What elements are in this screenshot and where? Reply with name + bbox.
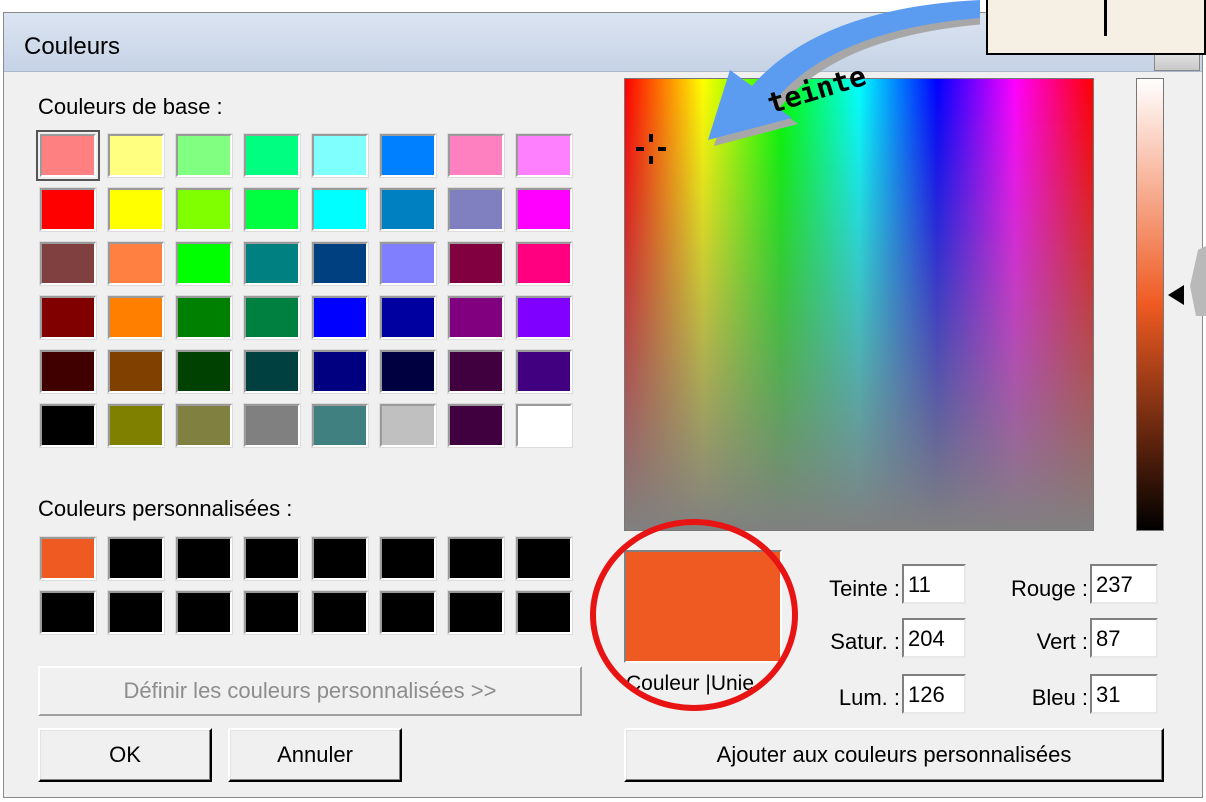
custom-color-swatch[interactable]	[447, 590, 505, 635]
custom-color-swatch[interactable]	[311, 590, 369, 635]
base-color-swatch[interactable]	[39, 187, 97, 232]
custom-color-swatch[interactable]	[107, 590, 165, 635]
add-custom-colors-button[interactable]: Ajouter aux couleurs personnalisées	[624, 728, 1164, 782]
base-color-swatch[interactable]	[515, 403, 573, 448]
base-color-swatch[interactable]	[175, 403, 233, 448]
base-color-swatch[interactable]	[39, 403, 97, 448]
base-color-swatch[interactable]	[447, 295, 505, 340]
base-color-swatch[interactable]	[243, 403, 301, 448]
sat-label: Satur. :	[830, 629, 900, 654]
base-color-swatch[interactable]	[39, 295, 97, 340]
green-field[interactable]	[1090, 618, 1158, 658]
lum-label: Lum. :	[838, 685, 900, 710]
custom-color-swatch[interactable]	[243, 590, 301, 635]
base-color-swatch[interactable]	[379, 133, 437, 178]
luminosity-annotation-arrow-icon	[1190, 246, 1206, 316]
base-color-swatch[interactable]	[379, 295, 437, 340]
base-color-swatch[interactable]	[36, 130, 100, 181]
custom-colors-label: Couleurs personnalisées :	[38, 496, 293, 521]
custom-color-swatch[interactable]	[379, 590, 437, 635]
red-field[interactable]	[1090, 564, 1158, 604]
blue-field[interactable]	[1090, 674, 1158, 714]
annotation-note-box	[986, 0, 1206, 55]
base-color-swatch[interactable]	[243, 349, 301, 394]
custom-color-swatch[interactable]	[311, 536, 369, 581]
base-color-swatch[interactable]	[447, 187, 505, 232]
sat-field[interactable]	[902, 618, 966, 658]
red-label: Rouge :	[1010, 576, 1088, 601]
base-color-swatch[interactable]	[175, 241, 233, 286]
base-color-swatch[interactable]	[39, 349, 97, 394]
base-color-swatch[interactable]	[447, 349, 505, 394]
base-color-swatch[interactable]	[243, 241, 301, 286]
base-color-swatch[interactable]	[107, 403, 165, 448]
base-color-swatch[interactable]	[379, 349, 437, 394]
base-color-swatch[interactable]	[175, 349, 233, 394]
base-color-swatch[interactable]	[311, 403, 369, 448]
custom-color-swatch[interactable]	[107, 536, 165, 581]
base-color-swatch[interactable]	[107, 349, 165, 394]
lum-field[interactable]	[902, 674, 966, 714]
custom-color-swatch[interactable]	[175, 536, 233, 581]
base-color-swatch[interactable]	[515, 295, 573, 340]
base-color-swatch[interactable]	[311, 187, 369, 232]
hue-field[interactable]	[902, 564, 966, 604]
base-color-swatch[interactable]	[243, 133, 301, 178]
base-color-swatch[interactable]	[447, 403, 505, 448]
teinte-annotation-arrow-icon: teinte	[708, 0, 980, 146]
custom-color-swatch[interactable]	[447, 536, 505, 581]
base-color-swatch[interactable]	[447, 241, 505, 286]
custom-color-swatch[interactable]	[175, 590, 233, 635]
base-colors-label: Couleurs de base :	[38, 94, 223, 119]
custom-colors-grid	[39, 536, 574, 635]
green-label: Vert :	[1036, 629, 1088, 654]
base-color-swatch[interactable]	[379, 241, 437, 286]
base-colors-grid	[36, 130, 574, 448]
base-color-swatch[interactable]	[107, 241, 165, 286]
highlight-circle	[590, 519, 798, 711]
base-color-swatch[interactable]	[311, 295, 369, 340]
base-color-swatch[interactable]	[515, 349, 573, 394]
luminosity-slider[interactable]	[1136, 78, 1164, 531]
ok-button[interactable]: OK	[38, 728, 212, 782]
custom-color-swatch[interactable]	[379, 536, 437, 581]
base-color-swatch[interactable]	[107, 133, 165, 178]
base-color-swatch[interactable]	[243, 295, 301, 340]
define-custom-colors-button[interactable]: Définir les couleurs personnalisées >>	[38, 666, 582, 716]
base-color-swatch[interactable]	[107, 187, 165, 232]
base-color-swatch[interactable]	[515, 187, 573, 232]
luminosity-arrow-icon[interactable]	[1168, 285, 1184, 305]
cancel-button[interactable]: Annuler	[228, 728, 402, 782]
base-color-swatch[interactable]	[175, 295, 233, 340]
custom-color-swatch[interactable]	[515, 590, 573, 635]
base-color-swatch[interactable]	[39, 241, 97, 286]
custom-color-swatch[interactable]	[515, 536, 573, 581]
base-color-swatch[interactable]	[175, 187, 233, 232]
base-color-swatch[interactable]	[379, 403, 437, 448]
custom-color-swatch[interactable]	[243, 536, 301, 581]
custom-color-swatch[interactable]	[39, 590, 97, 635]
window-title: Couleurs	[24, 33, 121, 60]
base-color-swatch[interactable]	[107, 295, 165, 340]
base-color-swatch[interactable]	[311, 349, 369, 394]
annotation-note-mark	[1104, 0, 1107, 36]
base-color-swatch[interactable]	[243, 187, 301, 232]
base-color-swatch[interactable]	[311, 241, 369, 286]
crosshair-icon	[636, 134, 666, 164]
base-color-swatch[interactable]	[447, 133, 505, 178]
base-color-swatch[interactable]	[515, 133, 573, 178]
base-color-swatch[interactable]	[175, 133, 233, 178]
blue-label: Bleu :	[1031, 685, 1088, 710]
base-color-swatch[interactable]	[379, 187, 437, 232]
hue-label: Teinte :	[829, 576, 900, 601]
base-color-swatch[interactable]	[311, 133, 369, 178]
base-color-swatch[interactable]	[515, 241, 573, 286]
custom-color-swatch[interactable]	[39, 536, 97, 581]
